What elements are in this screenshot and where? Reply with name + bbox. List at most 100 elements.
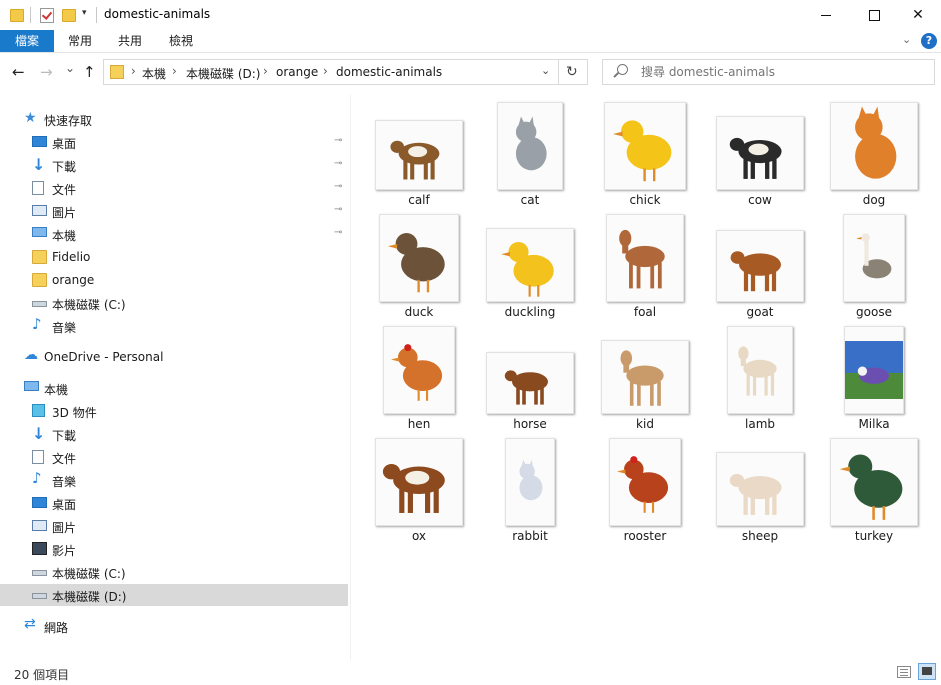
up-button[interactable]: ↑ [83,63,96,81]
pane-divider[interactable] [350,95,351,660]
expand-ribbon-icon[interactable]: ⌄ [902,33,911,46]
file-thumbnail[interactable] [830,102,918,190]
sidebar-item-quick-access[interactable]: ★ 快速存取 [0,108,348,130]
tab-file[interactable]: 檔案 [0,30,54,52]
file-item[interactable]: hen [362,322,476,432]
sidebar-item[interactable]: ♪ 音樂 [0,469,348,491]
breadcrumb-separator[interactable]: › [172,64,177,78]
file-item[interactable]: kid [588,322,702,432]
file-item[interactable]: foal [588,210,702,320]
sidebar-item[interactable]: 桌面 [0,492,348,514]
file-name[interactable]: chick [588,193,702,207]
back-button[interactable]: ← [12,63,25,81]
file-thumbnail[interactable] [505,438,555,526]
large-icons-view-icon[interactable] [918,663,936,680]
file-name[interactable]: hen [362,417,476,431]
file-name[interactable]: rooster [588,529,702,543]
file-thumbnail[interactable] [486,228,574,302]
file-item[interactable]: dog [817,98,931,208]
breadcrumb-separator[interactable]: › [131,64,136,78]
tab-view[interactable]: 檢視 [161,30,201,52]
file-name[interactable]: foal [588,305,702,319]
sidebar-item[interactable]: Fidelio [0,246,348,268]
sidebar-item[interactable]: ↓ 下載 ⊸ [0,154,348,176]
maximize-button[interactable] [851,0,897,30]
file-thumbnail[interactable] [604,102,686,190]
file-name[interactable]: goat [703,305,817,319]
file-item[interactable]: cow [703,98,817,208]
pin-icon[interactable]: ⊸ [334,204,342,215]
file-name[interactable]: kid [588,417,702,431]
tab-share[interactable]: 共用 [110,30,150,52]
file-thumbnail[interactable] [497,102,563,190]
sidebar-item[interactable]: orange [0,269,348,291]
file-item[interactable]: cat [473,98,587,208]
file-thumbnail[interactable] [830,438,918,526]
file-thumbnail[interactable] [716,452,804,526]
sidebar-item[interactable]: 影片 [0,538,348,560]
forward-button[interactable]: → [40,63,53,81]
file-thumbnail[interactable] [375,438,463,526]
file-name[interactable]: sheep [703,529,817,543]
sidebar-item[interactable]: 桌面 ⊸ [0,131,348,153]
file-name[interactable]: ox [362,529,476,543]
file-name[interactable]: rabbit [473,529,587,543]
file-item[interactable]: goat [703,210,817,320]
file-name[interactable]: duckling [473,305,587,319]
file-item[interactable]: ox [362,434,476,544]
breadcrumb-drive-d[interactable]: 本機磁碟 (D:) [186,65,260,82]
properties-icon[interactable] [40,8,54,23]
sidebar-item[interactable]: 3D 物件 [0,400,348,422]
refresh-button[interactable]: ↻ [566,64,578,80]
file-item[interactable]: rabbit [473,434,587,544]
tab-home[interactable]: 常用 [60,30,100,52]
minimize-button[interactable] [803,0,849,30]
sidebar-item[interactable]: 圖片 ⊸ [0,200,348,222]
file-thumbnail[interactable] [375,120,463,190]
sidebar-item-onedrive[interactable]: ☁ OneDrive - Personal [0,346,348,368]
sidebar-item[interactable]: 本機磁碟 (C:) [0,561,348,583]
breadcrumb-separator[interactable]: › [263,64,268,78]
pin-icon[interactable]: ⊸ [334,135,342,146]
file-name[interactable]: horse [473,417,587,431]
file-item[interactable]: calf [362,98,476,208]
file-name[interactable]: cow [703,193,817,207]
file-item[interactable]: Milka [817,322,931,432]
file-item[interactable]: lamb [703,322,817,432]
file-item[interactable]: duck [362,210,476,320]
file-name[interactable]: duck [362,305,476,319]
address-bar[interactable]: › 本機 › 本機磁碟 (D:) › orange › domestic-ani… [103,59,588,85]
breadcrumb-separator[interactable]: › [323,64,328,78]
file-name[interactable]: turkey [817,529,931,543]
sidebar-item[interactable]: 文件 ⊸ [0,177,348,199]
file-item[interactable]: rooster [588,434,702,544]
search-box[interactable] [602,59,935,85]
file-thumbnail[interactable] [606,214,684,302]
file-thumbnail[interactable] [716,116,804,190]
sidebar-item-this-pc[interactable]: 本機 [0,377,348,399]
file-item[interactable]: horse [473,322,587,432]
file-name[interactable]: lamb [703,417,817,431]
file-name[interactable]: Milka [817,417,931,431]
file-thumbnail[interactable] [843,214,905,302]
sidebar-item[interactable]: 本機 ⊸ [0,223,348,245]
file-thumbnail[interactable] [727,326,793,414]
sidebar-item-network[interactable]: ⇄ 網路 [0,615,348,637]
file-item[interactable]: goose [817,210,931,320]
quick-access-dropdown-icon[interactable]: ▾ [82,8,87,18]
search-input[interactable] [641,65,921,79]
file-name[interactable]: goose [817,305,931,319]
file-item[interactable]: sheep [703,434,817,544]
file-item[interactable]: turkey [817,434,931,544]
file-thumbnail[interactable] [716,230,804,302]
file-thumbnail[interactable] [486,352,574,414]
close-button[interactable]: ✕ [895,0,941,30]
file-item[interactable]: duckling [473,210,587,320]
sidebar-item[interactable]: 文件 [0,446,348,468]
breadcrumb-orange[interactable]: orange [276,65,318,79]
sidebar-item[interactable]: ↓ 下載 [0,423,348,445]
chevron-down-icon[interactable]: ⌄ [541,64,550,77]
file-item[interactable]: chick [588,98,702,208]
breadcrumb-this-pc[interactable]: 本機 [142,65,166,82]
new-folder-icon[interactable] [62,9,76,22]
